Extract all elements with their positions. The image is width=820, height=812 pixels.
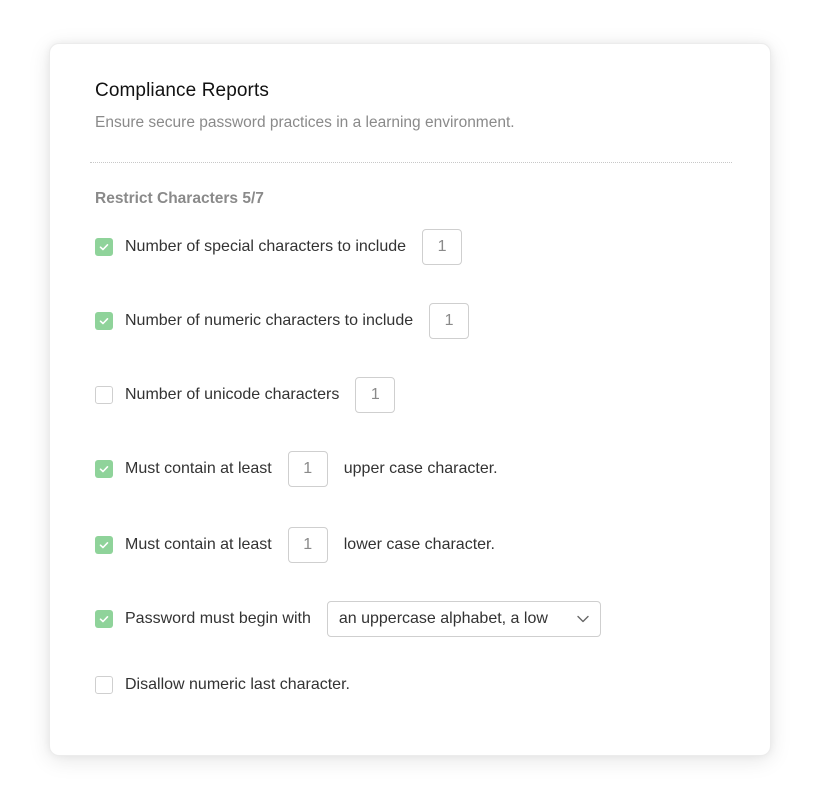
compliance-card: Compliance Reports Ensure secure passwor…: [49, 43, 771, 756]
rule-suffix: lower case character.: [344, 536, 495, 554]
rule-special-characters: Number of special characters to include: [95, 229, 478, 265]
chevron-down-icon: [576, 612, 590, 626]
rule-label: Must contain at least: [125, 536, 272, 554]
rule-uppercase: Must contain at least upper case charact…: [95, 451, 498, 487]
check-icon: [98, 539, 110, 551]
special-characters-count-input[interactable]: [422, 229, 462, 265]
begin-with-selected-value: an uppercase alphabet, a low: [339, 610, 548, 628]
section-label: Restrict Characters 5/7: [95, 190, 264, 208]
rule-label: Disallow numeric last character.: [125, 676, 350, 694]
rule-suffix: upper case character.: [344, 460, 498, 478]
rule-unicode-characters: Number of unicode characters: [95, 377, 411, 413]
check-icon: [98, 241, 110, 253]
check-icon: [98, 613, 110, 625]
rule-numeric-last: Disallow numeric last character.: [95, 667, 350, 703]
lowercase-count-input[interactable]: [288, 527, 328, 563]
rule-label: Must contain at least: [125, 460, 272, 478]
page-subtitle: Ensure secure password practices in a le…: [95, 114, 515, 132]
rule-label: Password must begin with: [125, 610, 311, 628]
page-title: Compliance Reports: [95, 80, 269, 102]
checkbox-special-characters[interactable]: [95, 238, 113, 256]
check-icon: [98, 463, 110, 475]
rule-label: Number of unicode characters: [125, 386, 339, 404]
rule-lowercase: Must contain at least lower case charact…: [95, 527, 495, 563]
numeric-characters-count-input[interactable]: [429, 303, 469, 339]
checkbox-uppercase[interactable]: [95, 460, 113, 478]
checkbox-numeric-last[interactable]: [95, 676, 113, 694]
begin-with-select[interactable]: an uppercase alphabet, a low: [327, 601, 601, 637]
checkbox-lowercase[interactable]: [95, 536, 113, 554]
checkbox-numeric-characters[interactable]: [95, 312, 113, 330]
rule-label: Number of special characters to include: [125, 238, 406, 256]
uppercase-count-input[interactable]: [288, 451, 328, 487]
unicode-characters-count-input[interactable]: [355, 377, 395, 413]
check-icon: [98, 315, 110, 327]
rule-begin-with: Password must begin with an uppercase al…: [95, 601, 601, 637]
rule-label: Number of numeric characters to include: [125, 312, 413, 330]
checkbox-begin-with[interactable]: [95, 610, 113, 628]
rule-numeric-characters: Number of numeric characters to include: [95, 303, 485, 339]
checkbox-unicode-characters[interactable]: [95, 386, 113, 404]
divider: [90, 162, 732, 163]
